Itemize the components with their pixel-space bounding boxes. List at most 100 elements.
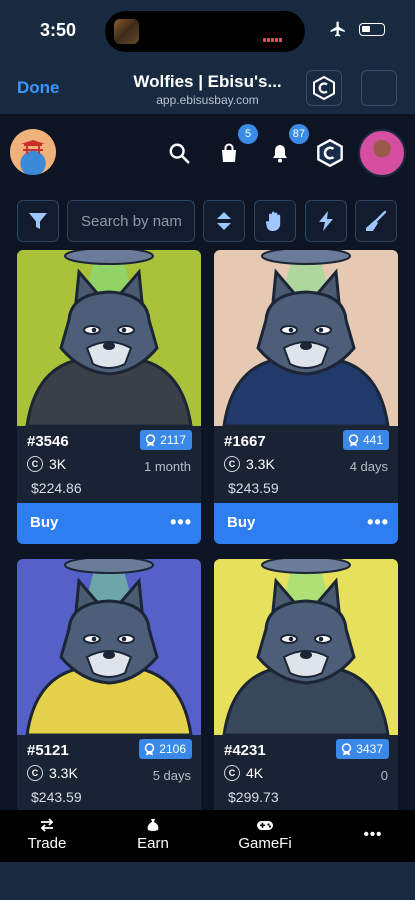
more-options-icon[interactable]: •••: [170, 512, 192, 533]
nav-gamefi[interactable]: GameFi: [220, 818, 310, 852]
usd-price: $224.86: [31, 480, 82, 496]
browser-bar: Done Wolfies | Ebisu's... app.ebisusbay.…: [0, 62, 415, 114]
now-playing-thumbnail: [114, 19, 139, 44]
temple-icon: [21, 140, 45, 154]
nft-name: #3546: [27, 433, 69, 450]
nft-card[interactable]: #4231 3437 C 4K 0 $299.73: [214, 559, 398, 810]
shopping-bag-icon: [222, 143, 236, 162]
cronos-icon: [317, 139, 343, 167]
battery-icon: [359, 22, 385, 36]
cronos-coin-icon: C: [27, 765, 43, 781]
wolf-portrait: [17, 559, 201, 735]
nav-earn-label: Earn: [137, 835, 169, 852]
listing-age: 1 month: [144, 459, 191, 474]
rarity-rank-badge: 2106: [139, 739, 192, 759]
dynamic-island: [105, 11, 305, 52]
done-button[interactable]: Done: [17, 78, 60, 98]
nav-earn[interactable]: Earn: [108, 818, 198, 852]
rank-value: 3437: [356, 742, 383, 756]
filter-button[interactable]: [17, 200, 59, 242]
sort-icon: [217, 212, 231, 230]
price-value: 4K: [246, 765, 264, 781]
cronos-wallet-button[interactable]: [315, 138, 345, 168]
offer-button[interactable]: [254, 200, 296, 242]
status-icons: [329, 20, 385, 38]
bottom-nav: Trade Earn GameFi •••: [0, 810, 415, 862]
price-value: 3.3K: [246, 456, 275, 472]
page-url: app.ebisusbay.com: [156, 93, 259, 107]
rank-value: 2106: [159, 742, 186, 756]
buy-button[interactable]: Buy: [30, 514, 58, 531]
search-input[interactable]: [68, 201, 194, 241]
usd-price: $243.59: [31, 789, 82, 805]
browser-menu-button[interactable]: [361, 70, 397, 106]
wolf-portrait: [214, 250, 398, 426]
nft-card[interactable]: #3546 2117 C 3K 1 month $224.86 Buy •••: [17, 250, 201, 544]
listing-age: 5 days: [152, 768, 191, 783]
nft-image[interactable]: [17, 559, 201, 735]
award-icon: [342, 742, 352, 755]
ebisus-bay-logo[interactable]: [10, 129, 56, 175]
wolf-portrait: [214, 559, 398, 735]
status-bar: 3:50: [0, 0, 415, 62]
sort-button[interactable]: [203, 200, 245, 242]
nft-name: #5121: [27, 742, 69, 759]
search-icon[interactable]: [164, 138, 194, 168]
award-icon: [348, 433, 359, 446]
cronos-coin-icon: C: [27, 456, 43, 472]
rarity-rank-badge: 3437: [336, 739, 389, 759]
nav-gamefi-label: GameFi: [238, 835, 292, 852]
cronos-icon: [313, 76, 335, 100]
listing-age: 4 days: [349, 459, 388, 474]
page-title: Wolfies | Ebisu's...: [133, 72, 282, 91]
broom-icon: [366, 210, 387, 231]
award-icon: [145, 433, 156, 446]
lightning-icon: [319, 211, 333, 231]
user-avatar[interactable]: [358, 129, 406, 177]
sweep-button[interactable]: [355, 200, 397, 242]
search-input-wrapper: [67, 200, 195, 242]
listing-price: C 3.3K: [27, 765, 78, 781]
buy-button[interactable]: Buy: [227, 514, 255, 531]
home-indicator-area: [0, 862, 415, 900]
bell-icon: [273, 145, 287, 163]
swap-arrows-icon: [40, 818, 54, 832]
nft-listing-grid: #3546 2117 C 3K 1 month $224.86 Buy ••• …: [0, 250, 415, 810]
instant-buy-button[interactable]: [305, 200, 347, 242]
buy-bar: Buy •••: [17, 503, 201, 544]
audio-waveform-icon: [263, 29, 291, 42]
nft-image[interactable]: [214, 559, 398, 735]
cart-count-badge: 5: [238, 124, 258, 144]
status-time: 3:50: [40, 20, 77, 40]
wolf-portrait: [17, 250, 201, 426]
rank-value: 2117: [160, 433, 186, 447]
more-options-icon[interactable]: •••: [367, 512, 389, 533]
usd-price: $243.59: [228, 480, 279, 496]
listing-price: C 3.3K: [224, 456, 275, 472]
filter-icon: [29, 213, 47, 229]
nft-name: #4231: [224, 742, 266, 759]
money-bag-icon: [147, 819, 159, 831]
listing-age: 0: [380, 768, 388, 783]
nft-name: #1667: [224, 433, 266, 450]
nft-card[interactable]: #5121 2106 C 3.3K 5 days $243.59: [17, 559, 201, 810]
airplane-mode-icon: [330, 21, 345, 37]
rarity-rank-badge: 2117: [140, 430, 192, 450]
notification-count-badge: 87: [288, 124, 309, 144]
rarity-rank-badge: 441: [342, 430, 389, 450]
rank-value: 441: [362, 433, 383, 447]
nft-image[interactable]: [214, 250, 398, 426]
award-icon: [145, 742, 155, 755]
nft-image[interactable]: [17, 250, 201, 426]
nav-more[interactable]: •••: [328, 826, 415, 843]
buy-bar: Buy •••: [214, 503, 398, 544]
cronos-extension-button[interactable]: [306, 70, 342, 106]
hand-icon: [265, 211, 281, 231]
gamepad-icon: [257, 821, 273, 830]
nav-trade[interactable]: Trade: [2, 818, 92, 852]
cart-button[interactable]: 5: [214, 124, 258, 168]
filter-toolbar: [0, 190, 415, 250]
nft-card[interactable]: #1667 441 C 3.3K 4 days $243.59 Buy •••: [214, 250, 398, 544]
listing-price: C 4K: [224, 765, 263, 781]
notifications-button[interactable]: 87: [265, 124, 309, 168]
